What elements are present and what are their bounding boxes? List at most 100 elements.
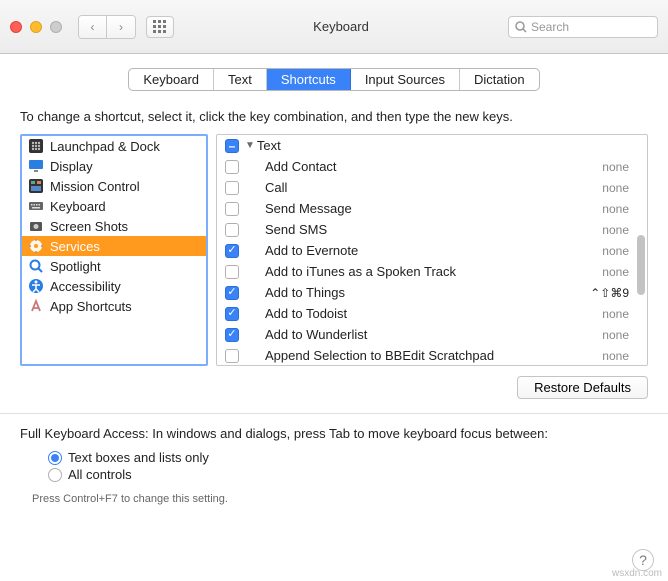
service-row[interactable]: Add to Todoist none xyxy=(217,303,647,324)
tab-dictation[interactable]: Dictation xyxy=(460,69,539,90)
window-controls xyxy=(10,21,62,33)
close-icon[interactable] xyxy=(10,21,22,33)
category-services[interactable]: Services xyxy=(22,236,206,256)
category-list[interactable]: Launchpad & Dock Display Mission Control… xyxy=(20,134,208,366)
window-title: Keyboard xyxy=(180,19,502,34)
service-row[interactable]: Send SMS none xyxy=(217,219,647,240)
grid-icon xyxy=(153,20,167,34)
screenshot-icon xyxy=(28,218,44,234)
service-shortcut[interactable]: none xyxy=(593,328,643,342)
zoom-icon[interactable] xyxy=(50,21,62,33)
tab-keyboard[interactable]: Keyboard xyxy=(129,69,214,90)
minimize-icon[interactable] xyxy=(30,21,42,33)
service-checkbox[interactable] xyxy=(225,265,239,279)
tabs-container: Keyboard Text Shortcuts Input Sources Di… xyxy=(0,54,668,101)
category-launchpad[interactable]: Launchpad & Dock xyxy=(22,136,206,156)
preferences-window: { "window": { "title": "Keyboard" }, "se… xyxy=(0,0,668,581)
show-all-button[interactable] xyxy=(146,16,174,38)
service-label: Send Message xyxy=(245,201,593,216)
group-label: Text xyxy=(257,138,643,153)
service-checkbox[interactable] xyxy=(225,307,239,321)
tab-bar: Keyboard Text Shortcuts Input Sources Di… xyxy=(128,68,539,91)
group-checkbox[interactable] xyxy=(225,139,239,153)
display-icon xyxy=(28,158,44,174)
service-checkbox[interactable] xyxy=(225,202,239,216)
service-checkbox[interactable] xyxy=(225,286,239,300)
service-shortcut[interactable]: ⌃⇧⌘9 xyxy=(590,286,643,300)
radio-button[interactable] xyxy=(48,451,62,465)
radio-text-boxes-only[interactable]: Text boxes and lists only xyxy=(48,449,648,466)
service-checkbox[interactable] xyxy=(225,223,239,237)
panels: Launchpad & Dock Display Mission Control… xyxy=(0,134,668,366)
service-row[interactable]: Send Message none xyxy=(217,198,647,219)
accessibility-icon xyxy=(28,278,44,294)
service-row[interactable]: Add to Wunderlist none xyxy=(217,324,647,345)
tab-text[interactable]: Text xyxy=(214,69,267,90)
service-checkbox[interactable] xyxy=(225,328,239,342)
titlebar: ‹ › Keyboard Search xyxy=(0,0,668,54)
restore-row: Restore Defaults xyxy=(0,366,668,414)
back-button[interactable]: ‹ xyxy=(79,16,107,38)
radio-label: All controls xyxy=(68,467,132,482)
restore-defaults-button[interactable]: Restore Defaults xyxy=(517,376,648,399)
service-shortcut[interactable]: none xyxy=(593,349,643,363)
radio-label: Text boxes and lists only xyxy=(68,450,209,465)
services-list[interactable]: ▼ Text Add Contact none Call none Send M… xyxy=(216,134,648,366)
service-row[interactable]: Append Selection to BBEdit Scratchpad no… xyxy=(217,345,647,366)
service-checkbox[interactable] xyxy=(225,349,239,363)
service-shortcut[interactable]: none xyxy=(593,202,643,216)
service-label: Add Contact xyxy=(245,159,593,174)
category-label: App Shortcuts xyxy=(50,299,132,314)
watermark-text: wsxdn.com xyxy=(612,568,662,579)
service-shortcut[interactable]: none xyxy=(593,223,643,237)
help-icon: ? xyxy=(639,552,647,568)
service-label: Append Selection to BBEdit Scratchpad xyxy=(245,348,593,363)
service-shortcut[interactable]: none xyxy=(593,307,643,321)
radio-all-controls[interactable]: All controls xyxy=(48,466,648,483)
category-keyboard[interactable]: Keyboard xyxy=(22,196,206,216)
category-label: Spotlight xyxy=(50,259,101,274)
scrollbar-thumb[interactable] xyxy=(637,235,645,295)
service-shortcut[interactable]: none xyxy=(593,244,643,258)
service-shortcut[interactable]: none xyxy=(593,265,643,279)
service-row[interactable]: Add to Evernote none xyxy=(217,240,647,261)
service-row[interactable]: Add Contact none xyxy=(217,156,647,177)
category-label: Services xyxy=(50,239,100,254)
app-shortcuts-icon xyxy=(28,298,44,314)
category-spotlight[interactable]: Spotlight xyxy=(22,256,206,276)
service-checkbox[interactable] xyxy=(225,160,239,174)
services-group-header[interactable]: ▼ Text xyxy=(217,135,647,156)
spotlight-icon xyxy=(28,258,44,274)
category-mission-control[interactable]: Mission Control xyxy=(22,176,206,196)
service-row[interactable]: Call none xyxy=(217,177,647,198)
tab-input-sources[interactable]: Input Sources xyxy=(351,69,460,90)
disclosure-triangle-icon[interactable]: ▼ xyxy=(245,140,255,151)
service-label: Call xyxy=(245,180,593,195)
mission-control-icon xyxy=(28,178,44,194)
radio-button[interactable] xyxy=(48,468,62,482)
category-label: Display xyxy=(50,159,93,174)
search-input[interactable]: Search xyxy=(508,16,658,38)
category-label: Screen Shots xyxy=(50,219,128,234)
services-icon xyxy=(28,238,44,254)
search-placeholder: Search xyxy=(531,20,569,34)
tab-shortcuts[interactable]: Shortcuts xyxy=(267,69,351,90)
access-radio-group: Text boxes and lists only All controls xyxy=(0,449,668,483)
category-display[interactable]: Display xyxy=(22,156,206,176)
category-app-shortcuts[interactable]: App Shortcuts xyxy=(22,296,206,316)
service-row[interactable]: Add to Things ⌃⇧⌘9 xyxy=(217,282,647,303)
service-checkbox[interactable] xyxy=(225,244,239,258)
search-icon xyxy=(515,21,527,33)
access-hint: Press Control+F7 to change this setting. xyxy=(0,483,668,505)
launchpad-icon xyxy=(28,138,44,154)
forward-button[interactable]: › xyxy=(107,16,135,38)
keyboard-icon xyxy=(28,198,44,214)
category-accessibility[interactable]: Accessibility xyxy=(22,276,206,296)
service-label: Add to iTunes as a Spoken Track xyxy=(245,264,593,279)
service-shortcut[interactable]: none xyxy=(593,160,643,174)
category-screen-shots[interactable]: Screen Shots xyxy=(22,216,206,236)
service-checkbox[interactable] xyxy=(225,181,239,195)
service-shortcut[interactable]: none xyxy=(593,181,643,195)
service-label: Send SMS xyxy=(245,222,593,237)
service-row[interactable]: Add to iTunes as a Spoken Track none xyxy=(217,261,647,282)
